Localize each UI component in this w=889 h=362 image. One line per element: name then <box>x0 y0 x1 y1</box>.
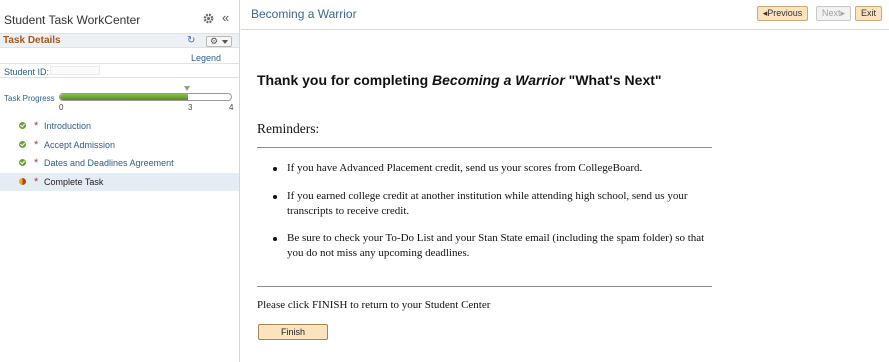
finish-button[interactable]: Finish <box>258 324 328 340</box>
task-content-panel: Becoming a Warrior ◂Previous Next▸ Exit … <box>241 0 889 362</box>
bullet-icon <box>273 237 277 241</box>
exit-button[interactable]: Exit <box>855 6 882 21</box>
student-id-value <box>50 66 100 75</box>
divider <box>0 77 239 78</box>
task-details-label: Task Details <box>3 35 61 46</box>
bullet-icon <box>273 167 277 171</box>
divider <box>257 147 712 148</box>
next-button[interactable]: Next▸ <box>816 6 851 21</box>
complete-status-icon <box>19 122 26 129</box>
task-label: Dates and Deadlines Agreement <box>44 158 174 168</box>
divider <box>0 63 239 64</box>
task-workcenter-panel: Student Task WorkCenter « Task Details ↻… <box>0 0 240 362</box>
workcenter-title: Student Task WorkCenter <box>4 13 141 27</box>
chevron-down-icon <box>222 40 228 44</box>
completion-heading-suffix: "What's Next" <box>564 72 662 88</box>
collapse-panel-icon[interactable]: « <box>222 10 229 25</box>
gear-icon: ⚙ <box>210 36 219 46</box>
progress-marker-icon <box>184 86 190 91</box>
progress-tick-start: 0 <box>59 103 64 112</box>
task-label: Accept Admission <box>44 139 116 150</box>
task-progress-label: Task Progress <box>4 94 55 103</box>
task-label: Introduction <box>44 121 92 131</box>
completion-heading: Thank you for completing Becoming a Warr… <box>257 72 737 88</box>
finish-instruction: Please click FINISH to return to your St… <box>257 299 491 311</box>
in-progress-status-icon <box>19 177 26 185</box>
complete-status-icon <box>19 159 26 166</box>
task-details-bar: Task Details ↻ ⚙ <box>0 33 239 48</box>
task-item-dates-deadlines[interactable]: * Dates and Deadlines Agreement <box>0 154 239 173</box>
task-item-accept-admission[interactable]: * Accept Admission <box>0 136 239 155</box>
progress-tick-end: 4 <box>229 103 234 112</box>
legend-link[interactable]: Legend <box>191 53 221 63</box>
student-id-label: Student ID: <box>4 67 50 77</box>
task-item-complete-task[interactable]: * Complete Task <box>0 172 239 191</box>
required-icon: * <box>34 138 39 151</box>
previous-button[interactable]: ◂Previous <box>757 6 808 21</box>
reminders-heading: Reminders: <box>257 121 320 136</box>
gear-icon[interactable] <box>203 13 214 24</box>
reminder-text: If you earned college credit at another … <box>287 190 688 217</box>
required-icon: * <box>34 175 39 188</box>
completion-heading-prefix: Thank you for completing <box>257 72 433 88</box>
task-item-introduction[interactable]: * Introduction <box>0 117 239 136</box>
reminder-text: If you have Advanced Placement credit, s… <box>287 162 643 174</box>
page-title: Becoming a Warrior <box>251 7 357 21</box>
task-progress-bar <box>59 93 232 101</box>
reminder-text: Be sure to check your To-Do List and you… <box>287 232 705 259</box>
completion-heading-title: Becoming a Warrior <box>432 72 565 88</box>
progress-tick-current: 3 <box>188 103 193 112</box>
task-list: * Introduction * Accept Admission * Date… <box>0 117 239 191</box>
workcenter-header: Student Task WorkCenter « <box>0 0 239 34</box>
page-header: Becoming a Warrior ◂Previous Next▸ Exit <box>241 0 889 30</box>
refresh-icon[interactable]: ↻ <box>187 35 195 46</box>
task-label: Complete Task <box>44 176 104 187</box>
required-icon: * <box>34 157 39 169</box>
actions-menu-button[interactable]: ⚙ <box>206 36 232 47</box>
task-progress-fill <box>60 94 189 100</box>
divider <box>257 286 712 287</box>
required-icon: * <box>34 120 39 132</box>
complete-status-icon <box>19 140 26 148</box>
bullet-icon <box>273 195 277 199</box>
